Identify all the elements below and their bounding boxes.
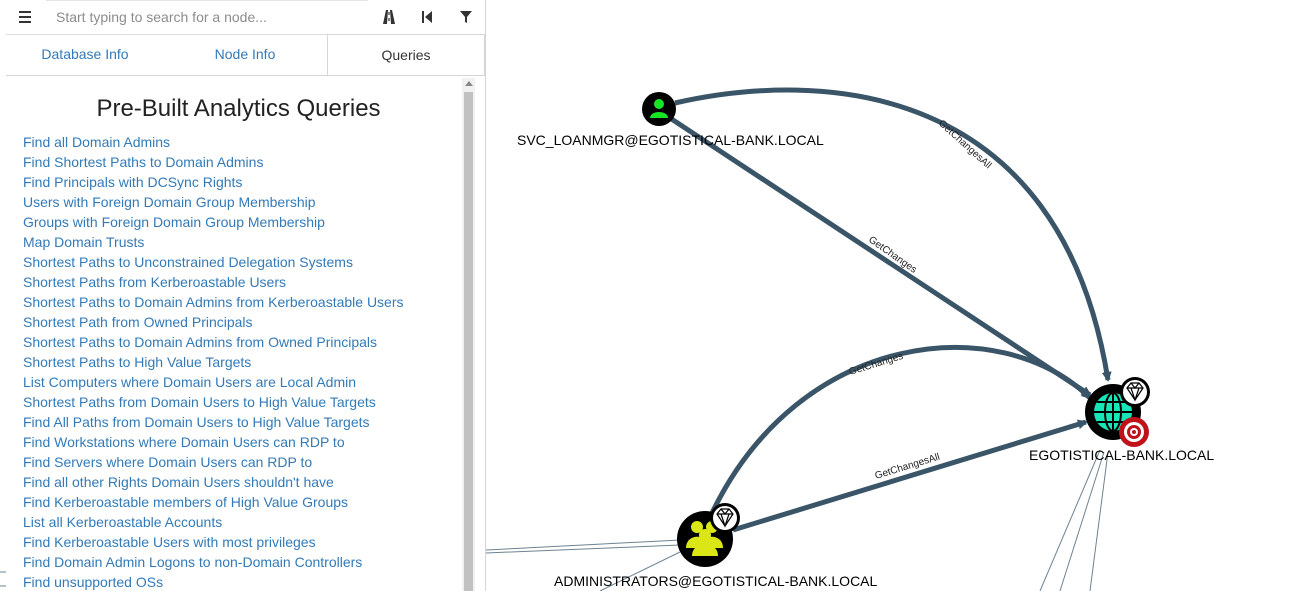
diamond-icon (1120, 377, 1150, 407)
query-item[interactable]: Groups with Foreign Domain Group Members… (23, 214, 404, 234)
side-panel: Database Info Node Info Queries Pre-Buil… (6, 0, 486, 591)
pathfinding-button[interactable] (372, 0, 406, 34)
query-list: Find all Domain Admins Find Shortest Path… (23, 134, 404, 591)
skip-back-icon (422, 11, 432, 23)
road-icon (383, 10, 395, 24)
query-item[interactable]: Find all other Rights Domain Users shoul… (23, 474, 404, 494)
query-item[interactable]: Shortest Paths to High Value Targets (23, 354, 404, 374)
tab-database-info[interactable]: Database Info (6, 34, 164, 74)
edge-getchanges-group-to-domain[interactable] (709, 344, 1092, 515)
query-item[interactable]: Shortest Paths to Domain Admins from Ker… (23, 294, 404, 314)
node-egotistical-bank-domain[interactable] (1085, 377, 1150, 447)
edge-getchangesall-group-to-domain[interactable] (732, 419, 1088, 533)
target-icon (1119, 417, 1149, 447)
menu-button[interactable] (8, 0, 42, 34)
query-item[interactable]: Find Shortest Paths to Domain Admins (23, 154, 404, 174)
edge-label-getchangesall-top: GetChangesAll (936, 118, 993, 171)
filter-button[interactable] (449, 0, 483, 34)
query-item[interactable]: Find Servers where Domain Users can RDP … (23, 454, 404, 474)
queries-panel: Pre-Built Analytics Queries Find all Dom… (6, 75, 462, 591)
back-button[interactable] (410, 0, 444, 34)
node-label-administrators: ADMINISTRATORS@EGOTISTICAL-BANK.LOCAL (554, 573, 878, 589)
query-item[interactable]: List Computers where Domain Users are Lo… (23, 374, 404, 394)
query-item[interactable]: Shortest Paths to Unconstrained Delegati… (23, 254, 404, 274)
scroll-thumb[interactable] (464, 92, 473, 591)
panel-tabs: Database Info Node Info Queries (6, 34, 485, 76)
node-svc-loanmgr[interactable] (642, 92, 676, 126)
search-input[interactable] (46, 0, 368, 32)
query-item[interactable]: Shortest Path from Owned Principals (23, 314, 404, 334)
query-item[interactable]: Find Kerberoastable members of High Valu… (23, 494, 404, 514)
edge-getchanges-user-to-domain[interactable] (668, 115, 1092, 398)
query-item[interactable]: Find all Domain Admins (23, 134, 404, 154)
query-item[interactable]: Find unsupported OSs (23, 574, 404, 591)
tab-queries[interactable]: Queries (327, 34, 485, 75)
query-item[interactable]: Find Domain Admin Logons to non-Domain C… (23, 554, 404, 574)
diamond-icon (710, 503, 740, 533)
query-item[interactable]: Shortest Paths to Domain Admins from Own… (23, 334, 404, 354)
query-item[interactable]: List all Kerberoastable Accounts (23, 514, 404, 534)
query-item[interactable]: Find Principals with DCSync Rights (23, 174, 404, 194)
queries-title: Pre-Built Analytics Queries (96, 95, 381, 122)
node-label-egotistical-bank: EGOTISTICAL-BANK.LOCAL (1029, 447, 1215, 463)
query-item[interactable]: Users with Foreign Domain Group Membersh… (23, 194, 404, 214)
query-item[interactable]: Shortest Paths from Kerberoastable Users (23, 274, 404, 294)
search-bar (6, 0, 485, 35)
filter-icon (460, 11, 472, 23)
queries-scrollbar[interactable] (462, 78, 475, 591)
node-label-svc-loanmgr: SVC_LOANMGR@EGOTISTICAL-BANK.LOCAL (517, 132, 824, 148)
node-administrators-group[interactable] (677, 503, 740, 567)
query-item[interactable]: Find Workstations where Domain Users can… (23, 434, 404, 454)
query-item[interactable]: Find All Paths from Domain Users to High… (23, 414, 404, 434)
query-item[interactable]: Map Domain Trusts (23, 234, 404, 254)
hamburger-menu-icon (19, 11, 31, 23)
query-item[interactable]: Shortest Paths from Domain Users to High… (23, 394, 404, 414)
query-item[interactable]: Find Kerberoastable Users with most priv… (23, 534, 404, 554)
tab-node-info[interactable]: Node Info (166, 34, 324, 74)
edge-label-getchanges-curve: GetChanges (848, 351, 905, 378)
scroll-up-arrow-icon[interactable] (465, 81, 473, 86)
